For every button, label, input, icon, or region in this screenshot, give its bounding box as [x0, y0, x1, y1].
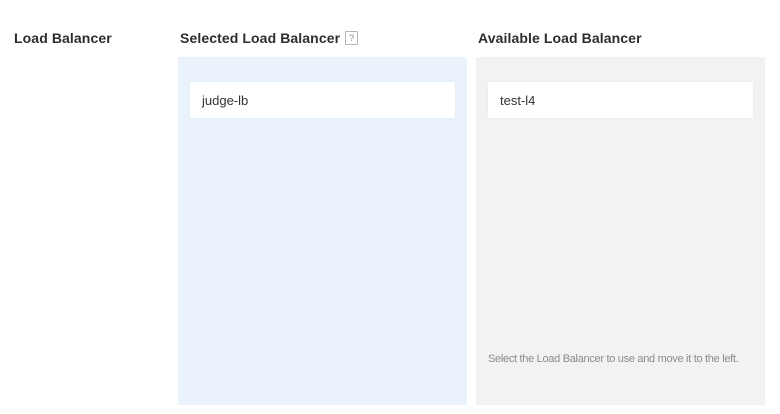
section-label-load-balancer: Load Balancer [14, 30, 112, 46]
selected-load-balancer-panel[interactable]: judge-lb [178, 57, 467, 405]
selected-load-balancer-header: Selected Load Balancer ? [180, 30, 359, 46]
available-load-balancer-title: Available Load Balancer [478, 30, 642, 46]
available-load-balancer-panel[interactable]: test-l4 Select the Load Balancer to use … [476, 57, 765, 405]
selected-load-balancer-title: Selected Load Balancer [180, 30, 341, 46]
selected-lb-item[interactable]: judge-lb [190, 82, 455, 118]
available-load-balancer-header: Available Load Balancer [478, 30, 642, 46]
available-lb-item[interactable]: test-l4 [488, 82, 753, 118]
help-icon[interactable]: ? [345, 31, 359, 45]
available-lb-item-label: test-l4 [500, 92, 536, 108]
selected-lb-item-label: judge-lb [202, 92, 249, 108]
available-panel-hint: Select the Load Balancer to use and move… [488, 353, 739, 365]
